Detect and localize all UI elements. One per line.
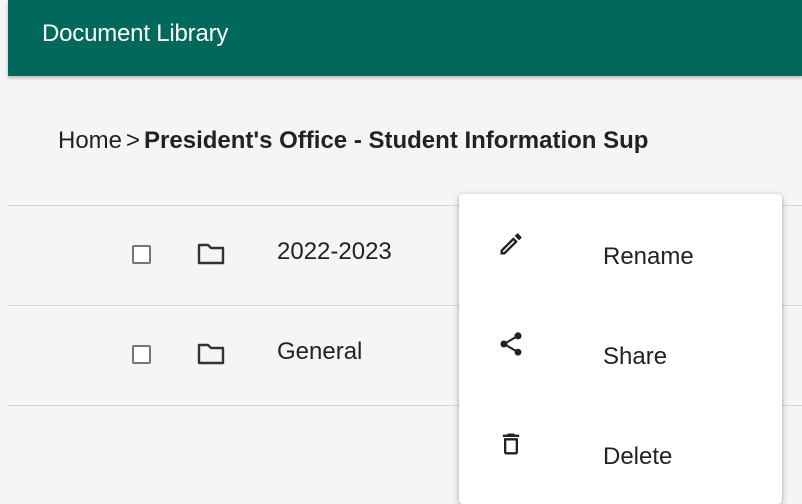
share-icon xyxy=(500,332,522,356)
menu-item-delete[interactable]: Delete xyxy=(459,394,782,494)
menu-item-label: Delete xyxy=(603,443,673,470)
context-menu: Rename Share Delete xyxy=(459,194,782,504)
menu-item-share[interactable]: Share xyxy=(459,294,782,394)
breadcrumb-separator: > xyxy=(126,127,141,154)
folder-name[interactable]: 2022-2023 xyxy=(277,238,392,266)
trash-icon xyxy=(502,433,520,455)
row-checkbox[interactable] xyxy=(132,345,151,364)
pencil-icon xyxy=(500,233,522,255)
breadcrumb: Home > President's Office - Student Inform… xyxy=(58,127,648,155)
folder-name[interactable]: General xyxy=(277,338,362,366)
app-header: Document Library xyxy=(8,0,802,76)
menu-item-label: Rename xyxy=(603,243,694,270)
row-checkbox[interactable] xyxy=(132,245,151,264)
folder-icon xyxy=(197,343,225,365)
breadcrumb-current: President's Office - Student Information… xyxy=(144,127,649,154)
menu-item-rename[interactable]: Rename xyxy=(459,194,782,294)
menu-item-label: Share xyxy=(603,343,668,370)
breadcrumb-home[interactable]: Home xyxy=(58,127,122,154)
folder-icon xyxy=(197,243,225,265)
app-title: Document Library xyxy=(42,20,229,47)
